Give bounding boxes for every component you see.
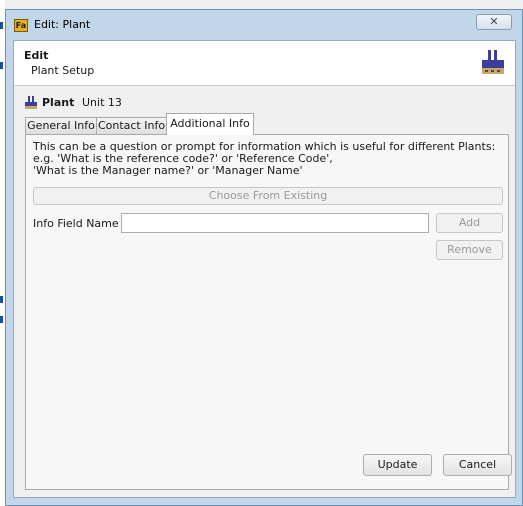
factory-icon	[25, 96, 37, 109]
close-button[interactable]: ✕	[476, 14, 512, 30]
cancel-button[interactable]: Cancel	[443, 454, 512, 476]
tab-general-info[interactable]: General Info	[25, 117, 97, 134]
tab-additional-info[interactable]: Additional Info	[166, 113, 254, 135]
dialog-client-area: Edit Plant Setup Plant Unit 13 General I…	[13, 40, 516, 498]
title-bar[interactable]: Fa Edit: Plant ✕	[6, 10, 522, 40]
edit-plant-dialog: Fa Edit: Plant ✕ Edit Plant Setup Plant …	[5, 9, 523, 506]
window-title: Edit: Plant	[34, 18, 91, 31]
info-field-name-label: Info Field Name	[33, 217, 119, 230]
remove-button[interactable]: Remove	[436, 240, 503, 260]
header-subtitle: Plant Setup	[31, 64, 95, 77]
info-field-name-input[interactable]	[121, 213, 429, 233]
entity-name: Unit 13	[82, 96, 122, 109]
header-panel: Edit Plant Setup	[14, 41, 515, 86]
additional-info-panel: This can be a question or prompt for inf…	[25, 134, 509, 490]
edge-mark	[0, 62, 3, 69]
edge-mark	[0, 316, 3, 323]
choose-from-existing-button[interactable]: Choose From Existing	[33, 187, 503, 205]
description-line: 'What is the Manager name?' or 'Manager …	[33, 164, 303, 177]
add-button[interactable]: Add	[436, 213, 503, 233]
entity-type-label: Plant	[42, 96, 75, 109]
factory-icon	[482, 50, 504, 74]
tab-contact-info[interactable]: Contact Info	[96, 117, 167, 134]
app-logo-icon: Fa	[14, 19, 28, 32]
update-button[interactable]: Update	[363, 454, 432, 476]
edge-mark	[0, 296, 3, 303]
edge-mark	[0, 22, 3, 29]
description-text: This can be a question or prompt for inf…	[33, 141, 503, 177]
header-title: Edit	[24, 49, 49, 62]
